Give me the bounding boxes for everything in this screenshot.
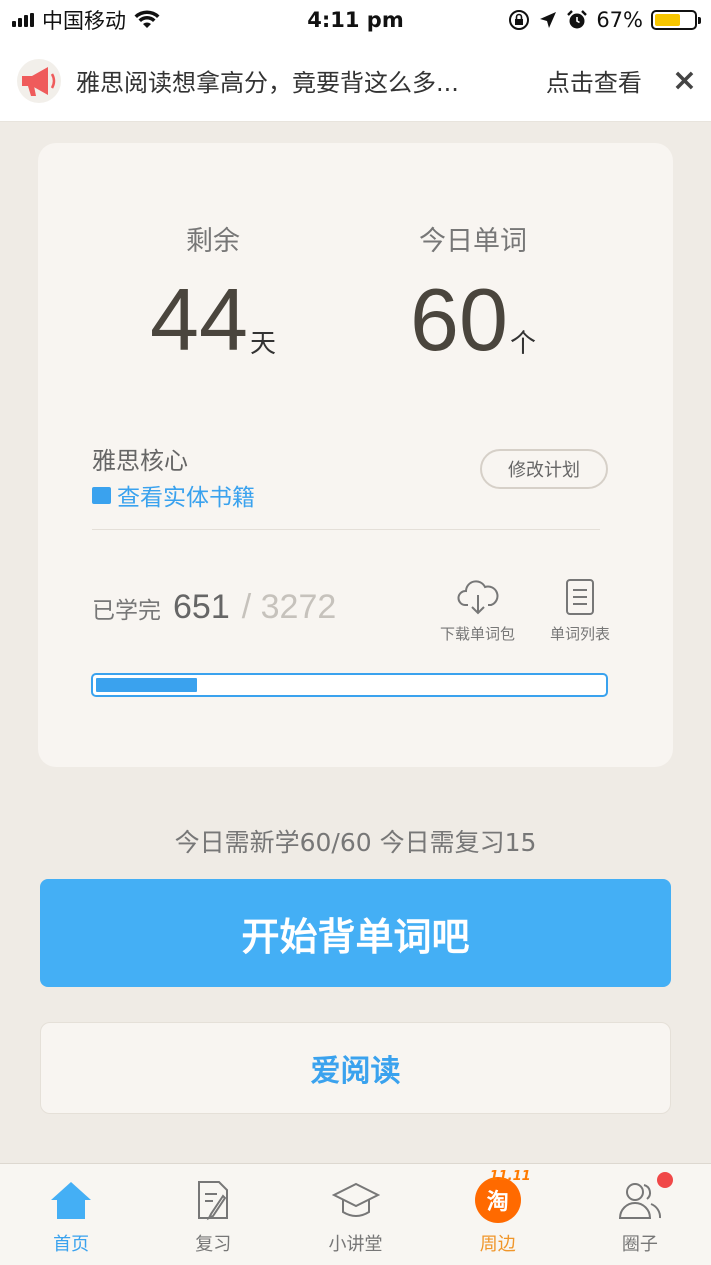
learning-progress-bar bbox=[91, 673, 608, 697]
wifi-icon bbox=[134, 10, 160, 28]
tab-circle-label: 圈子 bbox=[621, 1234, 658, 1255]
megaphone-icon bbox=[14, 56, 64, 106]
taobao-badge-text: 淘 bbox=[486, 1190, 509, 1215]
word-list-button[interactable]: 单词列表 bbox=[550, 577, 610, 644]
remaining-label: 剩余 bbox=[186, 226, 240, 257]
close-icon[interactable]: × bbox=[672, 63, 697, 98]
total-count: / 3272 bbox=[241, 588, 337, 626]
battery-fill bbox=[655, 14, 681, 26]
today-words-unit: 个 bbox=[509, 329, 536, 359]
plan-card: 剩余 44 天 今日单词 60 个 雅思核心 查看实体书籍 修改计划 已学完 6… bbox=[38, 143, 673, 767]
view-physical-book-link[interactable]: 查看实体书籍 bbox=[92, 478, 255, 512]
tab-nearby-label: 周边 bbox=[479, 1234, 516, 1255]
double-eleven-tag: 11.11 bbox=[489, 1169, 531, 1184]
tab-home[interactable]: 首页 bbox=[0, 1164, 142, 1265]
carrier-label: 中国移动 bbox=[42, 9, 126, 33]
battery-icon bbox=[651, 10, 701, 30]
status-bar-left: 中国移动 bbox=[12, 5, 160, 35]
remaining-days-value: 44 bbox=[150, 270, 248, 369]
review-icon bbox=[189, 1176, 237, 1224]
book-link-label: 查看实体书籍 bbox=[117, 485, 255, 511]
status-bar-right: 67% bbox=[508, 8, 701, 32]
tab-lecture-hall-label: 小讲堂 bbox=[328, 1234, 383, 1255]
taobao-icon: 淘 11.11 bbox=[474, 1169, 531, 1224]
start-memorizing-button[interactable]: 开始背单词吧 bbox=[40, 879, 671, 987]
tab-lecture-hall[interactable]: 小讲堂 bbox=[284, 1164, 426, 1265]
alarm-icon bbox=[567, 10, 588, 29]
list-icon bbox=[566, 579, 594, 615]
learned-label: 已学完 bbox=[92, 598, 161, 624]
banner-view-link[interactable]: 点击查看 bbox=[546, 63, 642, 98]
signal-icon bbox=[12, 13, 34, 27]
orientation-lock-icon bbox=[509, 10, 530, 30]
graduation-cap-icon bbox=[331, 1176, 380, 1224]
remaining-days-unit: 天 bbox=[249, 329, 276, 359]
cloud-download-icon bbox=[457, 580, 498, 615]
notification-dot bbox=[657, 1172, 674, 1188]
edit-plan-button[interactable]: 修改计划 bbox=[480, 449, 608, 489]
tab-circle[interactable]: 圈子 bbox=[569, 1164, 711, 1265]
download-word-pack-label: 下载单词包 bbox=[440, 625, 516, 643]
banner-text[interactable]: 雅思阅读想拿高分，竟要背这么多... bbox=[76, 63, 546, 98]
word-list-label: 单词列表 bbox=[550, 625, 611, 643]
tab-review-label: 复习 bbox=[195, 1234, 232, 1255]
progress-bar-fill bbox=[96, 678, 197, 692]
today-summary: 今日需新学60/60 今日需复习15 bbox=[174, 828, 537, 857]
bottom-tab-bar: 首页 复习 小讲堂 淘 11.11 周边 圈子 bbox=[0, 1163, 711, 1265]
learned-count: 651 bbox=[173, 588, 230, 626]
battery-percent: 67% bbox=[596, 8, 643, 32]
today-words-value: 60 bbox=[410, 270, 508, 369]
tab-nearby[interactable]: 淘 11.11 周边 bbox=[427, 1164, 569, 1265]
divider bbox=[92, 529, 600, 530]
status-bar: 中国移动 4:11 pm 67% bbox=[0, 0, 711, 40]
love-reading-button[interactable]: 爱阅读 bbox=[40, 1022, 671, 1114]
tab-home-label: 首页 bbox=[53, 1234, 90, 1255]
promo-banner[interactable]: 雅思阅读想拿高分，竟要背这么多... 点击查看 × bbox=[0, 40, 711, 122]
learned-progress: 已学完 651 / 3272 bbox=[92, 588, 336, 627]
book-name: 雅思核心 bbox=[92, 447, 188, 475]
remaining-days-stat: 剩余 44 天 bbox=[108, 219, 318, 364]
today-words-label: 今日单词 bbox=[419, 226, 527, 257]
book-icon bbox=[92, 486, 111, 504]
today-words-stat: 今日单词 60 个 bbox=[368, 219, 578, 364]
home-icon bbox=[47, 1176, 95, 1224]
location-arrow-icon bbox=[540, 12, 557, 28]
tab-review[interactable]: 复习 bbox=[142, 1164, 284, 1265]
download-word-pack-button[interactable]: 下载单词包 bbox=[440, 577, 515, 644]
